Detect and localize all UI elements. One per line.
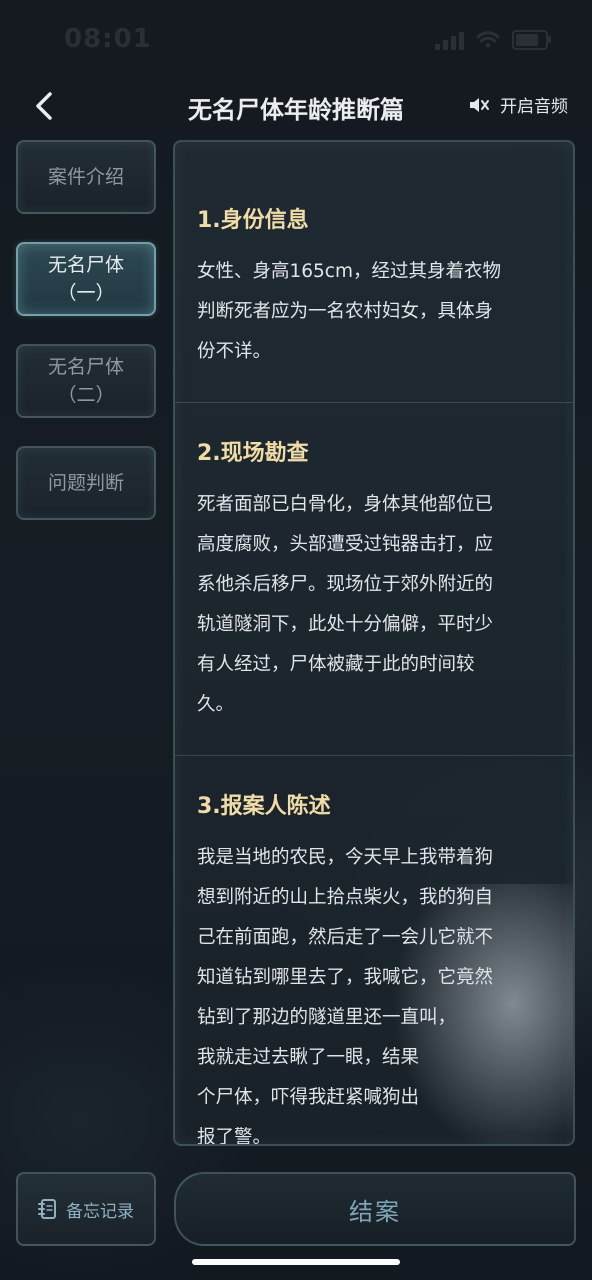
section-line: 份不详。 [197, 341, 272, 362]
section-line: 死者面部已白骨化，身体其他部位已 [197, 494, 494, 515]
section-line: 我是当地的农民，今天早上我带着狗 [197, 847, 494, 868]
section-line: 己在前面跑，然后走了一会儿它就不 [197, 927, 494, 948]
section-heading: 1.身份信息 [197, 208, 309, 233]
memo-button[interactable]: 备忘记录 [16, 1172, 156, 1246]
section-line: 我就走过去瞅了一眼，结果 [197, 1047, 420, 1068]
section-line: 久。 [197, 694, 235, 715]
section-heading: 3.报案人陈述 [197, 794, 331, 819]
battery-icon [512, 30, 551, 50]
audio-label: 开启音频 [500, 97, 568, 117]
wifi-icon [476, 31, 500, 48]
close-case-button[interactable]: 结案 [174, 1172, 576, 1246]
sidebar-item-label: 无名尸体 [47, 254, 124, 276]
sidebar-item-label: 问题判断 [47, 472, 124, 494]
section-line: 高度腐败，头部遭受过钝器击打，应 [197, 534, 494, 555]
notebook-icon [38, 1199, 56, 1219]
section-scene: 2.现场勘查 死者面部已白骨化，身体其他部位已 高度腐败，头部遭受过钝器击打，应… [175, 403, 573, 755]
section-heading: 2.现场勘查 [197, 441, 309, 466]
sidebar-item-body-1[interactable]: 无名尸体 （一） [16, 242, 156, 316]
status-icons [435, 30, 551, 50]
section-reporter: 3.报案人陈述 我是当地的农民，今天早上我带着狗 想到附近的山上拾点柴火，我的狗… [175, 756, 573, 1146]
header: 无名尸体年龄推断篇 开启音频 [0, 80, 592, 132]
sidebar-item-question[interactable]: 问题判断 [16, 446, 156, 520]
home-indicator [192, 1259, 400, 1265]
memo-label: 备忘记录 [66, 1201, 134, 1222]
section-line: 判断死者应为一名农村妇女，具体身 [197, 301, 494, 322]
section-line: 知道钻到哪里去了，我喊它，它竟然 [197, 967, 494, 988]
status-bar: 08:01 [0, 0, 592, 80]
section-line: 系他杀后移尸。现场位于郊外附近的 [197, 574, 494, 595]
section-line: 想到附近的山上拾点柴火，我的狗自 [197, 887, 494, 908]
sidebar-item-label: 案件介绍 [47, 166, 124, 188]
audio-toggle-button[interactable]: 开启音频 [468, 92, 568, 117]
sidebar-item-body-2[interactable]: 无名尸体 （二） [16, 344, 156, 418]
section-line: 报了警。 [197, 1127, 272, 1146]
content-panel[interactable]: 1.身份信息 女性、身高165cm，经过其身着衣物 判断死者应为一名农村妇女，具… [173, 140, 575, 1146]
section-identity: 1.身份信息 女性、身高165cm，经过其身着衣物 判断死者应为一名农村妇女，具… [175, 142, 573, 402]
section-line: 有人经过，尸体被藏于此的时间较 [197, 654, 475, 675]
cellular-signal-icon [435, 30, 464, 50]
sidebar-item-case-intro[interactable]: 案件介绍 [16, 140, 156, 214]
section-line: 钻到了那边的隧道里还一直叫， [197, 1007, 457, 1028]
status-time: 08:01 [64, 24, 152, 54]
sidebar-item-sublabel: （二） [57, 384, 115, 406]
section-line: 轨道隧洞下，此处十分偏僻，平时少 [197, 614, 494, 635]
section-line: 女性、身高165cm，经过其身着衣物 [197, 261, 502, 282]
section-line: 个尸体，吓得我赶紧喊狗出 [197, 1087, 420, 1108]
close-case-label: 结案 [349, 1197, 401, 1226]
sidebar-item-sublabel: （一） [57, 282, 115, 304]
speaker-muted-icon [470, 97, 489, 112]
sidebar-item-label: 无名尸体 [47, 356, 124, 378]
